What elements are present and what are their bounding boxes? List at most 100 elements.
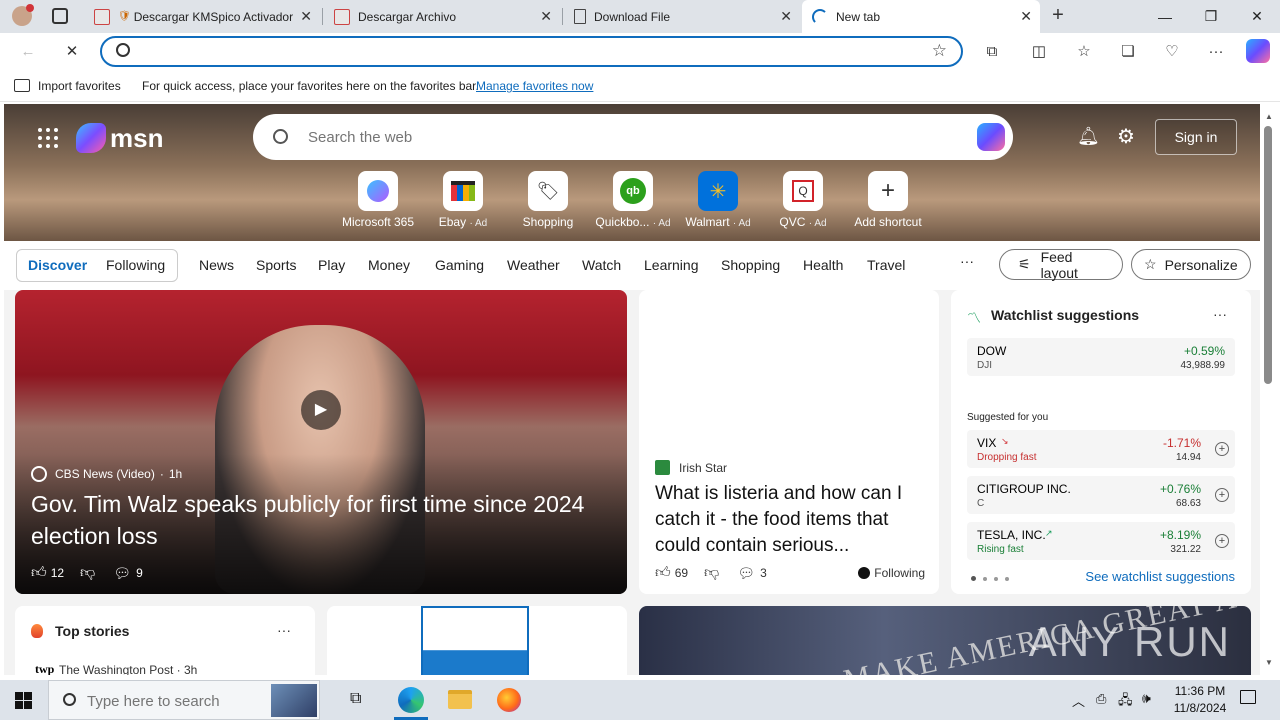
copilot-icon[interactable] [1246,39,1270,63]
nav-play[interactable]: Play [318,257,345,273]
network-icon[interactable]: 🖧︎ [1118,691,1133,713]
scroll-thumb[interactable] [1264,126,1272,384]
story-source[interactable]: Irish Star [679,461,727,475]
minimize-icon[interactable]: — [1142,0,1188,33]
firefox-icon[interactable] [497,688,521,712]
close-tab-icon[interactable]: ✕ [540,8,552,25]
nav-money[interactable]: Money [368,257,410,273]
scroll-up-icon[interactable]: ▲ [1265,112,1273,121]
profile-icon[interactable] [12,4,34,26]
tab-kmspico[interactable]: 🛡 Descargar KMSpico Activador ✕ [84,0,320,33]
favorites-icon[interactable]: ☆ [1074,41,1094,61]
nav-weather[interactable]: Weather [507,257,560,273]
nav-watch[interactable]: Watch [582,257,621,273]
side-headline[interactable]: What is listeria and how can I catch it … [655,481,927,559]
dislike-icon[interactable]: 👎︎ [704,564,719,582]
top-stories-title[interactable]: Top stories [55,623,129,639]
news-image-card[interactable]: MAKE AMERICA GREAT AGAIN ANY RUN [639,606,1251,675]
shortcut-ebay[interactable]: Ebay · Ad [423,171,503,229]
nav-shopping[interactable]: Shopping [721,257,780,273]
see-watchlist-link[interactable]: See watchlist suggestions [1085,569,1235,584]
top-stories-menu-icon[interactable]: ··· [277,622,291,638]
taskbar-search-box[interactable] [48,680,320,720]
volume-icon[interactable]: 🕪︎ [1142,690,1151,707]
windows-start-icon[interactable] [15,692,32,709]
add-to-watchlist-icon[interactable]: + [1215,442,1229,456]
nav-health[interactable]: Health [803,257,843,273]
file-explorer-icon[interactable] [448,690,472,709]
story-source[interactable]: The Washington Post · 3h [59,663,197,675]
address-input[interactable] [142,42,922,62]
page-scrollbar[interactable]: ▲ ▼ [1260,104,1280,675]
apps-grid-icon[interactable] [38,128,58,148]
import-favorites-button[interactable]: Import favorites [38,79,121,93]
edge-taskbar-icon[interactable] [398,687,424,713]
sign-in-button[interactable]: Sign in [1155,119,1237,155]
comment-icon[interactable]: 💬︎ [737,565,755,582]
shortcut-shopping[interactable]: 🏷︎ Shopping [508,171,588,229]
watchlist-title[interactable]: Watchlist suggestions [991,307,1139,323]
hero-story-card[interactable]: ▶ CBS News (Video) · 1h Gov. Tim Walz sp… [15,290,627,594]
address-bar[interactable]: ☆ [100,36,963,67]
extensions-icon[interactable]: ⧉ [982,41,1002,61]
tab-discover[interactable]: Discover [28,257,87,273]
restore-icon[interactable]: ❐ [1188,0,1234,33]
tab-download-file[interactable]: Download File ✕ [564,0,800,33]
task-view-icon[interactable]: ⧉ [350,690,361,708]
like-icon[interactable]: 👍︎ [31,564,47,582]
split-screen-icon[interactable]: ◫ [1029,41,1049,61]
web-search-box[interactable] [253,114,1013,160]
shortcut-microsoft-365[interactable]: Microsoft 365 [338,171,418,229]
watchlist-tesla-row[interactable]: TESLA, INC. ↗ Rising fast +8.19% 321.22 … [967,522,1235,560]
tab-new-tab[interactable]: New tab ✕ [802,0,1040,33]
personalize-button[interactable]: ☆ Personalize [1131,249,1251,280]
feed-layout-button[interactable]: ⚟ Feed layout [999,249,1123,281]
dislike-icon[interactable]: 👎︎ [80,564,95,582]
nav-learning[interactable]: Learning [644,257,699,273]
add-to-watchlist-icon[interactable]: + [1215,488,1229,502]
watchlist-citigroup-row[interactable]: CITIGROUP INC. C +0.76% 68.63 + [967,476,1235,514]
close-tab-icon[interactable]: ✕ [780,8,792,25]
watchlist-menu-icon[interactable]: ··· [1213,306,1227,322]
new-tab-button[interactable]: + [1046,4,1070,28]
tab-descargar-archivo[interactable]: Descargar Archivo ✕ [324,0,560,33]
tab-actions-icon[interactable] [52,8,68,24]
meet-now-icon[interactable]: ⎙ [1096,691,1106,707]
stop-loading-icon[interactable]: ✕ [62,41,82,61]
notifications-bell-icon[interactable]: 🔔︎ [1077,126,1100,147]
back-icon[interactable]: ← [18,41,38,61]
nav-travel[interactable]: Travel [867,257,905,273]
play-icon[interactable]: ▶ [301,390,341,430]
import-favorites-icon[interactable] [14,79,30,92]
comment-icon[interactable]: 💬︎ [113,565,131,582]
product-image-card[interactable] [327,606,627,675]
nav-sports[interactable]: Sports [256,257,296,273]
clock-time[interactable]: 11:36 PM [1170,684,1230,698]
settings-gear-icon[interactable]: ⚙ [1117,124,1135,149]
side-story-card[interactable]: Irish Star What is listeria and how can … [639,290,939,594]
shortcut-quickbooks[interactable]: qb Quickbo... · Ad [593,171,673,229]
nav-gaming[interactable]: Gaming [435,257,484,273]
close-tab-icon[interactable]: ✕ [300,8,312,25]
carousel-dots[interactable] [971,576,1009,581]
settings-more-icon[interactable]: ··· [1206,41,1226,61]
system-tray-chevron-icon[interactable]: ︿ [1072,691,1085,710]
watchlist-dow-row[interactable]: DOW DJI +0.59% 43,988.99 [967,338,1235,376]
close-tab-icon[interactable]: ✕ [1020,8,1032,25]
nav-news[interactable]: News [199,257,234,273]
watchlist-vix-row[interactable]: VIX ↘ Dropping fast -1.71% 14.94 + [967,430,1235,468]
shortcut-qvc[interactable]: Q QVC · Ad [763,171,843,229]
tab-following[interactable]: Following [106,257,165,273]
hero-headline[interactable]: Gov. Tim Walz speaks publicly for first … [31,488,591,552]
following-label[interactable]: Following [874,566,925,580]
like-icon[interactable]: 👍︎ [655,564,671,582]
notification-center-icon[interactable] [1240,690,1256,704]
scroll-down-icon[interactable]: ▼ [1265,658,1273,667]
favorite-star-icon[interactable]: ☆ [932,41,947,61]
msn-logo[interactable]: msn [76,122,163,154]
shortcut-add[interactable]: + Add shortcut [848,171,928,229]
close-window-icon[interactable]: ✕ [1234,0,1280,33]
browser-essentials-icon[interactable]: ♡ [1162,41,1182,61]
web-search-input[interactable] [308,126,908,148]
manage-favorites-link[interactable]: Manage favorites now [476,79,593,93]
